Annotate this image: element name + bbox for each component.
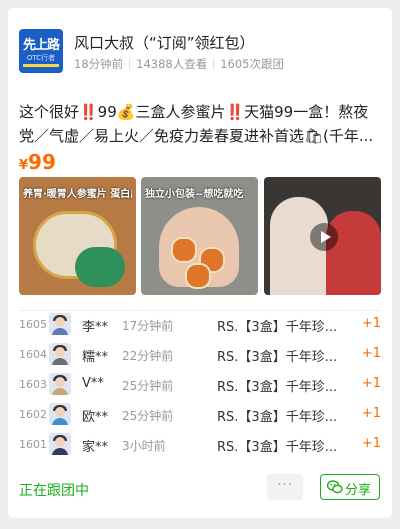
- buyer-name: 欧**: [82, 410, 109, 425]
- view-count: 14388人查看: [136, 57, 208, 71]
- buyer-name: V**: [82, 376, 104, 391]
- play-icon[interactable]: [310, 223, 338, 251]
- order-item: RS.【3盒】千年珍...: [217, 380, 338, 395]
- group-avatar[interactable]: 先上路 OTC行者: [19, 29, 63, 73]
- product-description[interactable]: 这个很好‼️99💰三盒人参蜜片‼️天猫99一盒！熬夜党／气虚／易上火／免疫力差春…: [19, 100, 381, 148]
- group-title[interactable]: 风口大叔（“订阅”领红包）: [74, 32, 255, 53]
- order-quantity: +1: [361, 316, 381, 331]
- order-quantity: +1: [361, 376, 381, 391]
- order-row: 1601 家** 3小时前 RS.【3盒】千年珍... +1: [19, 430, 381, 460]
- image-caption: 独立小包装~想吃就吃: [145, 189, 244, 200]
- buyer-avatar: [49, 313, 71, 335]
- meta-divider: [213, 59, 215, 69]
- order-time: 22分钟前: [122, 349, 174, 363]
- product-video[interactable]: [264, 177, 381, 295]
- order-number: 1604: [19, 348, 47, 361]
- candy-shape: [185, 263, 211, 289]
- buyer-avatar: [49, 433, 71, 455]
- order-row: 1602 欧** 25分钟前 RS.【3盒】千年珍... +1: [19, 400, 381, 430]
- presenter-shape: [326, 211, 381, 295]
- avatar-text-main: 先上路: [22, 38, 60, 53]
- order-row: 1605 李** 17分钟前 RS.【3盒】千年珍... +1: [19, 310, 381, 340]
- group-buy-card: 先上路 OTC行者 风口大叔（“订阅”领红包） 18分钟前 14388人查看 160…: [8, 8, 392, 518]
- avatar-stripe: [23, 64, 59, 67]
- order-quantity: +1: [361, 406, 381, 421]
- more-button[interactable]: ···: [267, 474, 303, 500]
- order-item: RS.【3盒】千年珍...: [217, 410, 338, 425]
- buyer-avatar: [49, 373, 71, 395]
- order-item: RS.【3盒】千年珍...: [217, 320, 338, 335]
- product-image-1[interactable]: 养胃·暖胃人参蜜片 蛋白质含量: [19, 177, 136, 295]
- image-caption: 养胃·暖胃人参蜜片 蛋白质含量: [23, 189, 132, 200]
- order-time: 25分钟前: [122, 409, 174, 423]
- avatar-text-sub: OTC行者: [26, 54, 56, 62]
- product-image-2[interactable]: 独立小包装~想吃就吃: [141, 177, 258, 295]
- wechat-icon: [327, 480, 343, 494]
- meta-divider: [129, 59, 131, 69]
- buyer-avatar: [49, 403, 71, 425]
- order-time: 25分钟前: [122, 379, 174, 393]
- group-status: 正在跟团中: [19, 483, 89, 499]
- price-currency: ¥: [19, 158, 29, 173]
- order-number: 1603: [19, 378, 47, 391]
- buyer-name: 李**: [82, 320, 109, 335]
- price-value: 99: [28, 150, 56, 174]
- order-time: 3小时前: [122, 439, 166, 453]
- order-item: RS.【3盒】千年珍...: [217, 350, 338, 365]
- order-item: RS.【3盒】千年珍...: [217, 440, 338, 455]
- order-number: 1601: [19, 438, 47, 451]
- buyer-name: 家**: [82, 440, 109, 455]
- order-quantity: +1: [361, 436, 381, 451]
- buyer-name: 糯**: [82, 350, 109, 365]
- order-row: 1604 糯** 22分钟前 RS.【3盒】千年珍... +1: [19, 340, 381, 370]
- order-row: 1603 V** 25分钟前 RS.【3盒】千年珍... +1: [19, 370, 381, 400]
- order-number: 1602: [19, 408, 47, 421]
- join-count: 1605次跟团: [220, 57, 285, 71]
- share-label: 分享: [345, 483, 372, 498]
- order-quantity: +1: [361, 346, 381, 361]
- posted-time: 18分钟前: [74, 57, 124, 71]
- share-button[interactable]: 分享: [320, 474, 380, 500]
- order-time: 17分钟前: [122, 319, 174, 333]
- order-number: 1605: [19, 318, 47, 331]
- product-box-shape: [75, 247, 125, 287]
- product-price: ¥99: [19, 150, 56, 174]
- product-gallery: 养胃·暖胃人参蜜片 蛋白质含量 独立小包装~想吃就吃: [19, 177, 381, 295]
- group-meta: 18分钟前 14388人查看 1605次跟团: [74, 56, 284, 72]
- candy-shape: [171, 237, 197, 263]
- buyer-avatar: [49, 343, 71, 365]
